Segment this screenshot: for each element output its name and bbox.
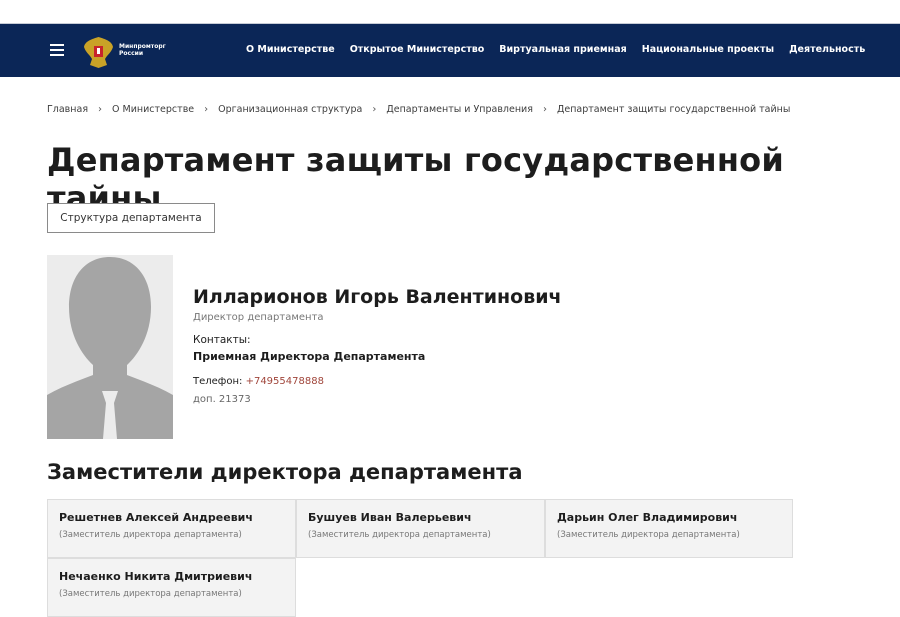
phone-extension: доп. 21373: [193, 394, 251, 405]
deputies-grid: Решетнев Алексей Андреевич (Заместитель д…: [47, 499, 793, 617]
nav-open-ministry[interactable]: Открытое Министерство: [350, 44, 485, 55]
deputies-heading: Заместители директора департамента: [47, 460, 523, 484]
deputy-name: Бушуев Иван Валерьевич: [308, 511, 472, 524]
nav-about-ministry[interactable]: О Министерстве: [246, 44, 335, 55]
main-nav: О Министерстве Открытое Министерство Вир…: [246, 44, 865, 55]
breadcrumb-structure[interactable]: Организационная структура: [218, 104, 362, 115]
deputy-card[interactable]: Нечаенко Никита Дмитриевич (Заместитель д…: [47, 558, 296, 617]
deputy-position: (Заместитель директора департамента): [308, 530, 491, 540]
contacts-label: Контакты:: [193, 334, 251, 346]
menu-icon[interactable]: [50, 44, 64, 56]
deputy-card[interactable]: Дарьин Олег Владимирович (Заместитель дир…: [545, 499, 793, 558]
phone-row: Телефон: +74955478888: [193, 376, 324, 387]
phone-label: Телефон:: [193, 376, 243, 387]
director-name: Илларионов Игорь Валентинович: [193, 286, 562, 308]
deputy-position: (Заместитель директора департамента): [557, 530, 740, 540]
deputy-position: (Заместитель директора департамента): [59, 589, 242, 599]
deputy-card[interactable]: Решетнев Алексей Андреевич (Заместитель д…: [47, 499, 296, 558]
phone-link[interactable]: +74955478888: [246, 376, 324, 387]
person-silhouette-icon: [47, 255, 173, 439]
nav-national-projects[interactable]: Национальные проекты: [642, 44, 774, 55]
breadcrumb-departments[interactable]: Департаменты и Управления: [386, 104, 533, 115]
deputy-position: (Заместитель директора департамента): [59, 530, 242, 540]
chevron-right-icon: ›: [372, 104, 377, 115]
breadcrumb: Главная › О Министерстве › Организационная…: [47, 104, 790, 115]
logo-text[interactable]: Минпромторг России: [119, 43, 166, 57]
logo-line-2: России: [119, 50, 144, 57]
breadcrumb-home[interactable]: Главная: [47, 104, 88, 115]
breadcrumb-current: Департамент защиты государственной тайны: [556, 104, 791, 115]
chevron-right-icon: ›: [98, 104, 103, 115]
chevron-right-icon: ›: [542, 104, 547, 115]
deputy-name: Решетнев Алексей Андреевич: [59, 511, 253, 524]
deputy-card[interactable]: Бушуев Иван Валерьевич (Заместитель дирек…: [296, 499, 545, 558]
nav-virtual-reception[interactable]: Виртуальная приемная: [499, 44, 626, 55]
nav-activity[interactable]: Деятельность: [789, 44, 865, 55]
deputy-name: Нечаенко Никита Дмитриевич: [59, 570, 253, 583]
deputy-name: Дарьин Олег Владимирович: [557, 511, 738, 524]
coat-of-arms-logo[interactable]: [82, 33, 115, 69]
chevron-right-icon: ›: [204, 104, 209, 115]
site-header: Минпромторг России О Министерстве Открыто…: [0, 23, 900, 77]
logo-line-1: Минпромторг: [119, 43, 166, 50]
department-structure-button[interactable]: Структура департамента: [47, 203, 215, 233]
breadcrumb-about[interactable]: О Министерстве: [112, 104, 194, 115]
director-avatar: [47, 255, 173, 439]
director-role: Директор департамента: [193, 312, 324, 323]
contact-name: Приемная Директора Департамента: [193, 350, 426, 363]
